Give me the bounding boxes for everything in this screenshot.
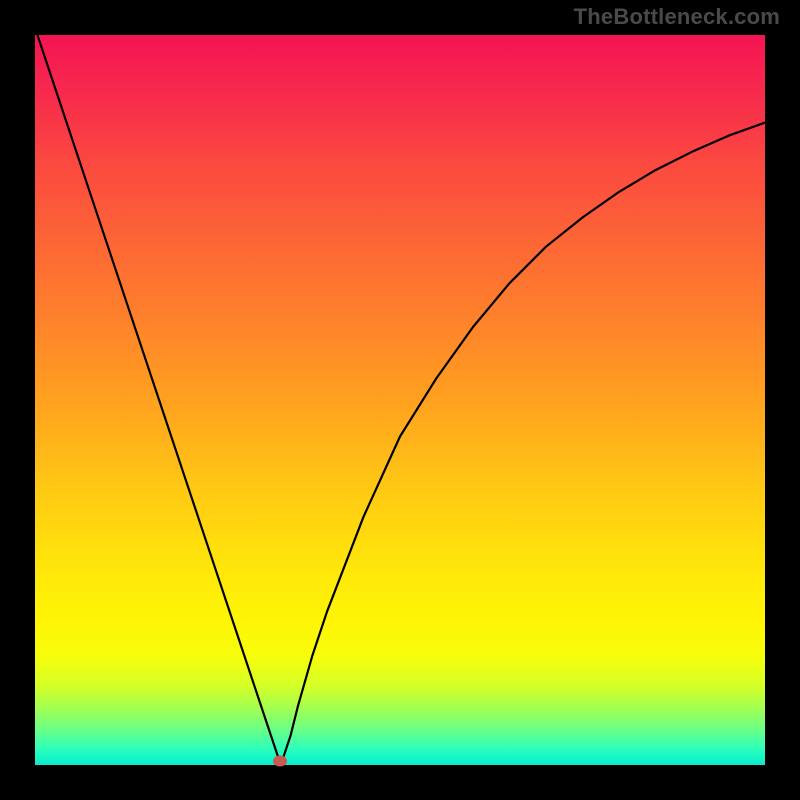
minimum-marker [273,756,287,767]
plot-area [35,35,765,765]
chart-frame: TheBottleneck.com [0,0,800,800]
bottleneck-curve [35,35,765,765]
watermark-text: TheBottleneck.com [574,4,780,30]
